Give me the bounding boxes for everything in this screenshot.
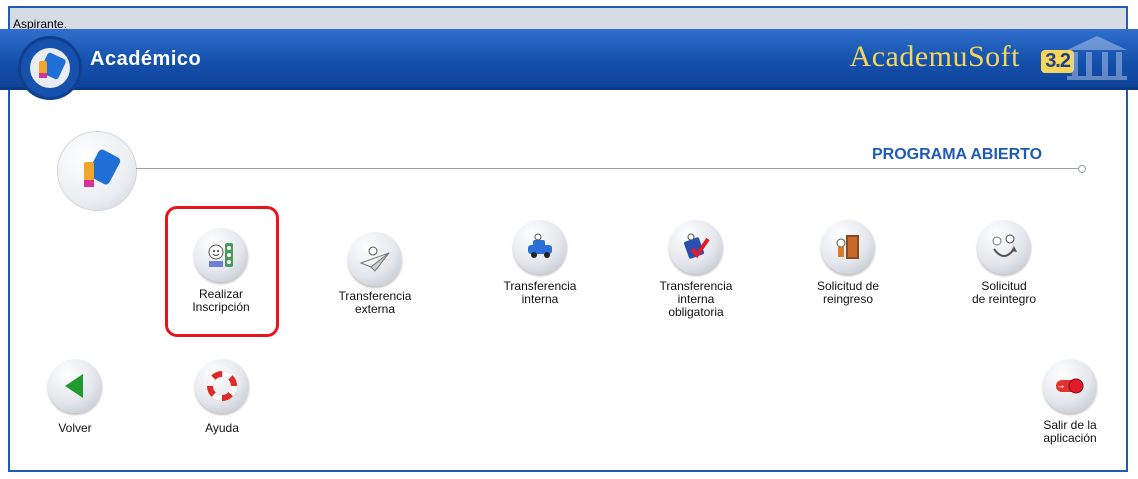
back-arrow-icon bbox=[48, 359, 102, 413]
paper-plane-icon bbox=[348, 232, 402, 286]
back-button[interactable]: Volver bbox=[40, 359, 110, 439]
help-button[interactable]: Ayuda bbox=[182, 359, 262, 439]
option-label: Solicitud de reingreso bbox=[816, 279, 880, 306]
help-label: Ayuda bbox=[205, 421, 239, 435]
module-title: Académico bbox=[90, 48, 202, 70]
brand-logo: AcademuSoft bbox=[849, 40, 1020, 73]
section-divider bbox=[136, 168, 1080, 169]
option-label: Solicitud de reintegro bbox=[971, 279, 1037, 306]
option-label: Transferencia interna bbox=[503, 279, 577, 306]
option-label: Transferencia interna obligatoria bbox=[659, 279, 733, 319]
exit-label: Salir de la aplicación bbox=[1043, 418, 1097, 445]
highlight-box bbox=[165, 206, 279, 337]
option-transferencia-interna[interactable]: Transferencia interna bbox=[480, 220, 600, 310]
option-transferencia-interna-obligatoria[interactable]: Transferencia interna obligatoria bbox=[636, 220, 756, 330]
option-label: Transferencia externa bbox=[338, 289, 412, 316]
svg-text:→: → bbox=[1058, 383, 1064, 391]
option-transferencia-externa[interactable]: Transferencia externa bbox=[320, 232, 430, 322]
building-icon bbox=[1067, 36, 1127, 80]
door-icon bbox=[821, 220, 875, 274]
back-label: Volver bbox=[58, 421, 92, 435]
checkmark-icon bbox=[669, 220, 723, 274]
header-divider bbox=[0, 87, 1138, 90]
academic-logo-icon bbox=[18, 36, 82, 100]
exit-button[interactable]: → Salir de la aplicación bbox=[1022, 359, 1118, 454]
divider-end-dot bbox=[1078, 165, 1086, 173]
section-logo-icon bbox=[58, 132, 136, 210]
section-title: PROGRAMA ABIERTO bbox=[872, 146, 1043, 163]
lifebuoy-icon bbox=[195, 359, 249, 413]
exit-toggle-icon: → bbox=[1043, 359, 1097, 413]
return-arrow-icon bbox=[977, 220, 1031, 274]
option-solicitud-reingreso[interactable]: Solicitud de reingreso bbox=[788, 220, 908, 320]
car-icon bbox=[513, 220, 567, 274]
option-solicitud-reintegro[interactable]: Solicitud de reintegro bbox=[944, 220, 1064, 320]
